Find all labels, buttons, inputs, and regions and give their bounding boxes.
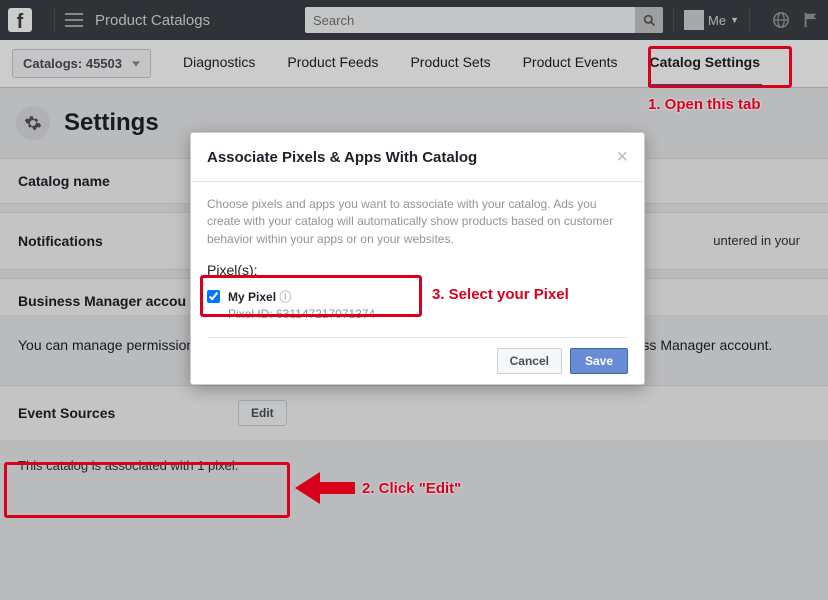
info-icon: ⓘ bbox=[279, 290, 291, 304]
pixels-header: Pixel(s): bbox=[207, 262, 628, 278]
pixel-name: My Pixel ⓘ bbox=[228, 288, 375, 305]
save-button[interactable]: Save bbox=[570, 348, 628, 374]
pixel-checkbox[interactable] bbox=[207, 290, 220, 303]
modal-associate-pixels: Associate Pixels & Apps With Catalog × C… bbox=[190, 132, 645, 385]
cancel-button[interactable]: Cancel bbox=[497, 348, 562, 374]
pixel-id: Pixel ID: 631147217071374 bbox=[228, 307, 375, 321]
pixel-item[interactable]: My Pixel ⓘ Pixel ID: 631147217071374 bbox=[207, 284, 628, 331]
modal-title: Associate Pixels & Apps With Catalog bbox=[207, 149, 616, 166]
modal-description: Choose pixels and apps you want to assoc… bbox=[207, 196, 628, 248]
close-icon[interactable]: × bbox=[616, 147, 628, 167]
